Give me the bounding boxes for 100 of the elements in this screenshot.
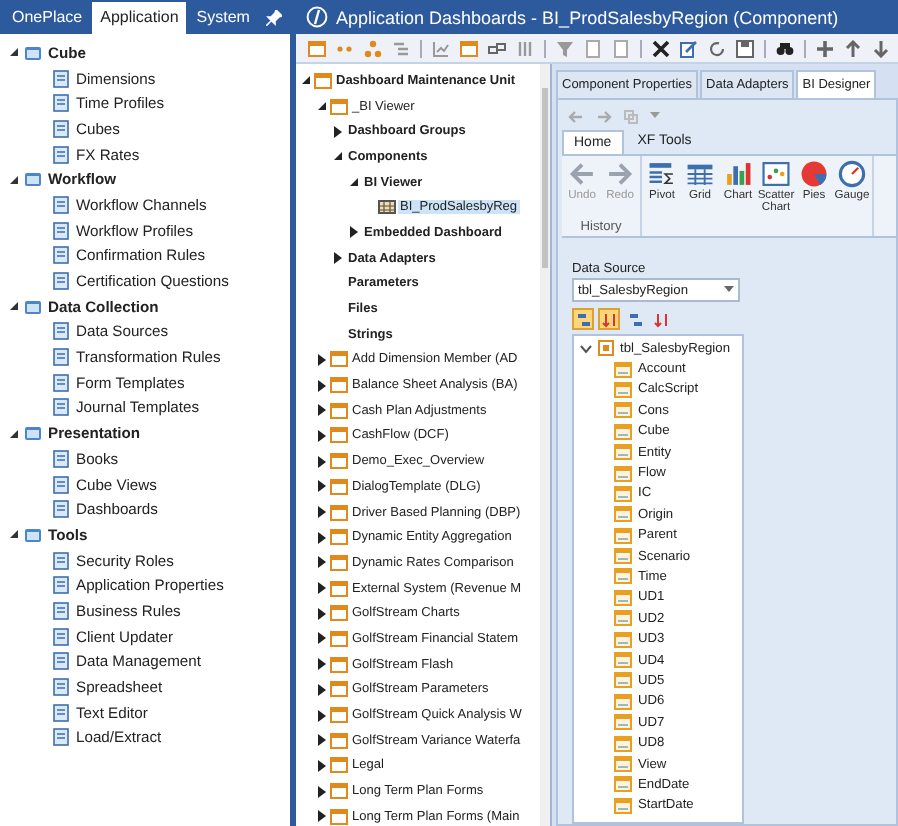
window-icon (330, 401, 348, 420)
document-icon (52, 627, 70, 646)
refresh-icon[interactable] (708, 39, 726, 57)
window-icon (330, 655, 348, 674)
collapsed-arrow-icon[interactable] (332, 252, 344, 265)
expanded-arrow-icon[interactable] (8, 427, 20, 440)
add-icon[interactable] (816, 39, 834, 57)
collapsed-arrow-icon[interactable] (316, 531, 328, 544)
collapsed-arrow-icon[interactable] (316, 709, 328, 722)
up-arrow-icon[interactable] (844, 39, 862, 57)
window-icon (330, 376, 348, 395)
document-icon (52, 652, 70, 671)
panel-tab[interactable]: Application (92, 2, 187, 34)
collapsed-arrow-icon[interactable] (316, 785, 328, 798)
scatter-chart-icon (762, 160, 790, 188)
chart-icon[interactable] (432, 39, 450, 57)
window-icon (330, 579, 348, 598)
collapsed-arrow-icon[interactable] (316, 506, 328, 519)
group-fields-icon[interactable] (572, 308, 594, 330)
window-icon (330, 604, 348, 623)
columns-icon[interactable] (516, 39, 534, 57)
collapsed-arrow-icon[interactable] (348, 226, 360, 239)
document-icon (52, 551, 70, 570)
dropdown-arrow-icon[interactable] (724, 286, 734, 294)
window-icon (314, 71, 332, 90)
undo-icon (568, 160, 596, 188)
document-icon (52, 69, 70, 88)
window-icon (330, 756, 348, 775)
window-icon (330, 706, 348, 725)
pivot-table-icon (648, 160, 676, 188)
folder-icon (24, 43, 42, 62)
window-title: Application Dashboards - BI_ProdSalesbyRegion (Component) (336, 7, 839, 27)
pin-icon[interactable] (266, 10, 282, 26)
redo-icon (606, 160, 634, 188)
window-icon (330, 782, 348, 801)
document-icon (52, 703, 70, 722)
expanded-arrow-icon[interactable] (316, 100, 328, 113)
expanded-arrow-icon[interactable] (348, 176, 360, 189)
text-field-icon (614, 361, 632, 378)
collapsed-arrow-icon[interactable] (332, 125, 344, 138)
document-icon (52, 601, 70, 620)
expanded-arrow-icon[interactable] (8, 46, 20, 59)
edit-icon[interactable] (680, 39, 698, 57)
document-icon (52, 322, 70, 341)
down-arrow-icon[interactable] (872, 39, 890, 57)
window-icon (330, 97, 348, 116)
collapsed-arrow-icon[interactable] (316, 810, 328, 823)
document-icon (52, 221, 70, 240)
save-icon[interactable] (736, 39, 754, 57)
grid-icon (686, 160, 714, 188)
text-field-icon (614, 672, 632, 689)
collapsed-arrow-icon[interactable] (316, 734, 328, 747)
scrollbar-thumb[interactable] (542, 88, 548, 268)
expanded-arrow-icon[interactable] (332, 150, 344, 163)
collapsed-arrow-icon[interactable] (316, 683, 328, 696)
collapsed-arrow-icon[interactable] (316, 658, 328, 671)
collapsed-arrow-icon[interactable] (316, 429, 328, 442)
gauge-icon (838, 160, 866, 188)
document-icon (52, 145, 70, 164)
collapsed-arrow-icon[interactable] (316, 455, 328, 468)
collapsed-arrow-icon[interactable] (316, 353, 328, 366)
window-icon[interactable] (460, 39, 478, 57)
text-field-icon (614, 610, 632, 627)
window-icon (330, 629, 348, 648)
document-icon (52, 94, 70, 113)
collapsed-arrow-icon[interactable] (316, 582, 328, 595)
collapsed-arrow-icon[interactable] (316, 556, 328, 569)
window-icon (330, 553, 348, 572)
text-field-icon (614, 548, 632, 565)
panel-tab[interactable]: OnePlace (4, 2, 91, 34)
link-icon[interactable] (488, 39, 506, 57)
text-field-icon (614, 527, 632, 544)
collapsed-arrow-icon[interactable] (316, 632, 328, 645)
pie-chart-icon (800, 160, 828, 188)
document-icon (52, 449, 70, 468)
window-icon (330, 350, 348, 369)
panel-tab[interactable]: System (188, 2, 258, 34)
collapsed-arrow-icon[interactable] (316, 480, 328, 493)
text-field-icon (614, 714, 632, 731)
text-field-icon (614, 735, 632, 752)
filter-icon[interactable] (556, 39, 574, 57)
folder-icon (24, 170, 42, 189)
app-logo-icon (306, 6, 328, 28)
sort-icon[interactable] (598, 308, 620, 330)
expanded-arrow-icon[interactable] (8, 528, 20, 541)
folder-icon (24, 424, 42, 443)
list-icon[interactable] (392, 39, 410, 57)
collapsed-arrow-icon[interactable] (316, 379, 328, 392)
collapsed-arrow-icon[interactable] (316, 607, 328, 620)
expanded-arrow-icon[interactable] (300, 74, 312, 87)
window-icon[interactable] (308, 39, 326, 57)
expanded-arrow-icon[interactable] (8, 300, 20, 313)
collapsed-arrow-icon[interactable] (316, 404, 328, 417)
document-icon (52, 272, 70, 291)
document-icon (52, 728, 70, 747)
window-icon (330, 731, 348, 750)
collapsed-arrow-icon[interactable] (316, 759, 328, 772)
binoculars-icon[interactable] (776, 39, 794, 57)
expanded-arrow-icon[interactable] (8, 173, 20, 186)
delete-icon[interactable] (652, 39, 670, 57)
